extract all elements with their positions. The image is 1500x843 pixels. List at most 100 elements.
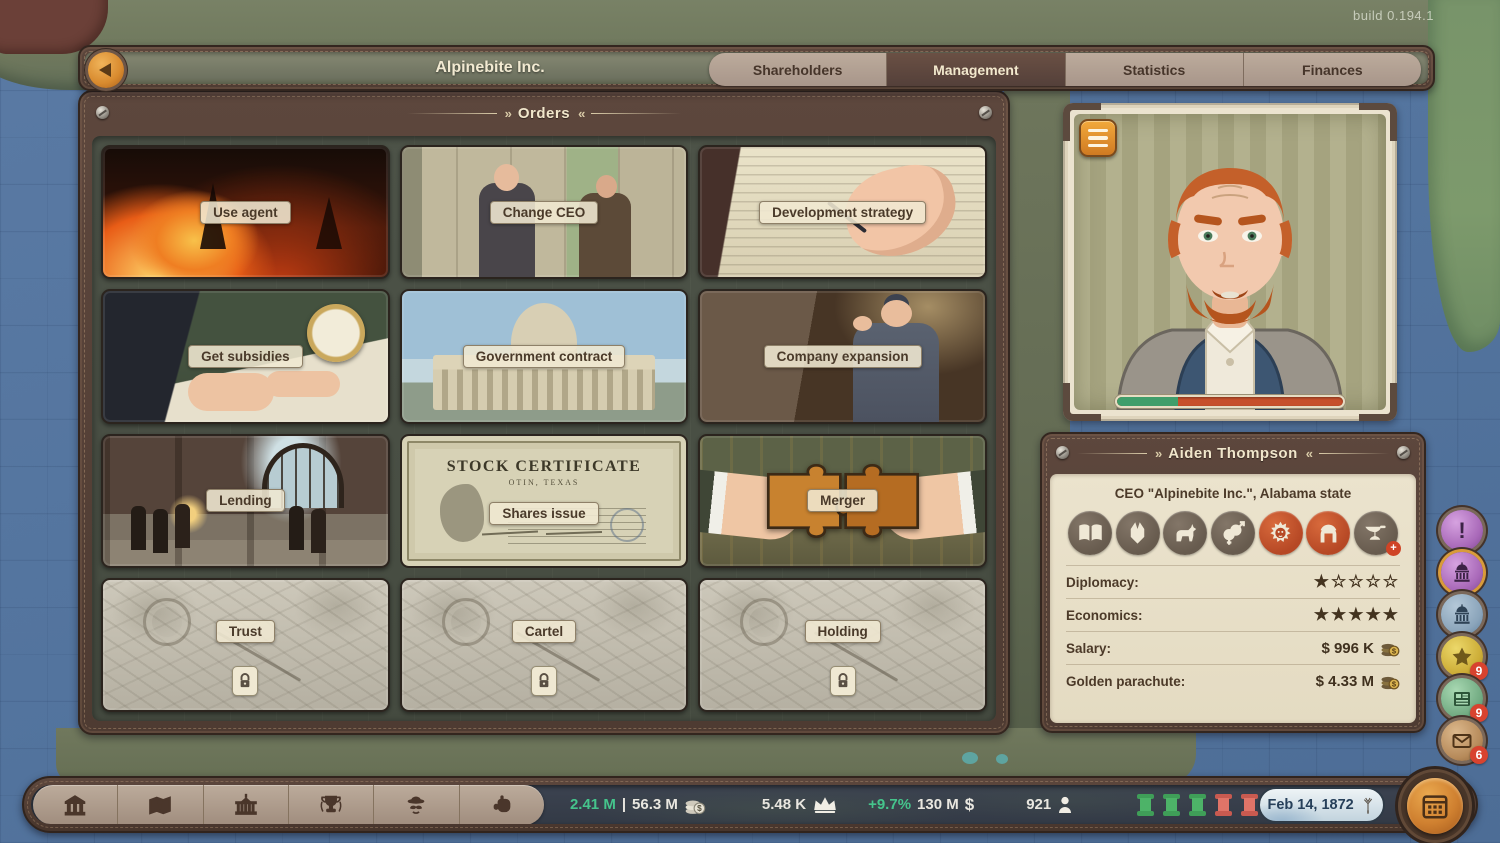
stat-value-money: $ 4.33 M [1316,673,1374,690]
government-building-icon [233,792,259,818]
bank-icon [62,792,88,818]
tab-shareholders[interactable]: Shareholders [709,53,887,86]
map-lake [962,752,978,764]
order-card-company-expansion[interactable]: Company expansion [698,289,987,423]
stat-label: Economics: [1066,608,1143,623]
lock-icon [531,666,557,696]
screw-icon [96,106,109,119]
ornament-arrow-icon: « [578,106,583,121]
population-group[interactable]: 921 [1026,795,1073,815]
stat-value-stars: ★☆☆☆☆ [1314,572,1400,592]
certificate-eagle-art [440,484,484,542]
order-card-change-ceo[interactable]: Change CEO [400,145,689,279]
ceo-portrait-panel [1063,103,1397,421]
stat-label: Golden parachute: [1066,674,1185,689]
back-button[interactable] [88,52,124,88]
nav-achievements-button[interactable] [289,785,374,824]
frame-corner [1359,103,1397,141]
order-card-merger[interactable]: Merger [698,434,987,568]
stat-row-diplomacy: Diplomacy: ★☆☆☆☆ [1066,565,1400,598]
order-card-holding-locked[interactable]: Holding [698,578,987,712]
certificate-subtitle: OTIN, TEXAS [509,478,580,487]
ornament-line [1319,453,1389,454]
ornament-line [591,113,681,114]
nav-actions-button[interactable] [460,785,544,824]
card-label: Company expansion [764,345,922,368]
mail-button[interactable]: 6 [1441,720,1483,761]
goods-indicators [1137,794,1258,816]
calendar-button[interactable] [1407,778,1463,834]
newspaper-icon [1450,687,1474,711]
calendar-icon [1420,791,1450,821]
state-button[interactable] [1441,594,1483,635]
tab-statistics[interactable]: Statistics [1066,53,1244,86]
order-card-development-strategy[interactable]: Development strategy [698,145,987,279]
ceo-info-panel: » Aiden Thompson « CEO "Alpinebite Inc."… [1040,432,1426,733]
exclamation-icon: ! [1458,520,1465,542]
goods-spool-red [1241,794,1258,816]
tab-management[interactable]: Management [887,53,1065,86]
order-card-government-contract[interactable]: Government contract [400,289,689,423]
anvil-plus-icon[interactable]: + [1354,511,1398,555]
lock-icon [830,666,856,696]
news-button[interactable]: 9 [1441,678,1483,719]
nav-map-button[interactable] [118,785,203,824]
lion-icon[interactable] [1259,511,1303,555]
card-label: Shares issue [489,502,598,525]
order-card-trust-locked[interactable]: Trust [101,578,390,712]
population-value: 921 [1026,796,1051,813]
politics-button[interactable] [1441,552,1483,593]
cash-separator: | [622,796,626,813]
calendar-housing [1398,769,1472,843]
nav-government-button[interactable] [204,785,289,824]
dollar-icon: $ [965,795,974,815]
fist-icon [489,792,515,818]
company-value: 130 M [917,796,959,813]
order-card-cartel-locked[interactable]: Cartel [400,578,689,712]
portrait-menu-button[interactable] [1079,119,1117,157]
card-label: Use agent [200,201,291,224]
capitol-icon [1450,561,1474,585]
ornament-arrow-icon: » [1155,446,1160,461]
stat-row-golden-parachute: Golden parachute: $ 4.33 M $ [1066,664,1400,697]
orders-grid: Use agent Change CEO Development strateg… [92,136,996,721]
date-display[interactable]: Feb 14, 1872 [1258,787,1385,823]
company-value-group[interactable]: +9.7% 130 M $ [868,795,974,815]
alerts-button[interactable]: ! [1441,510,1483,551]
open-book-icon[interactable] [1068,511,1112,555]
nav-agents-button[interactable] [374,785,459,824]
gender-symbols-icon[interactable] [1211,511,1255,555]
notification-badge: 6 [1470,746,1488,764]
achievements-button[interactable]: 9 [1441,636,1483,677]
company-cash-group[interactable]: 2.41 M | 56.3 M $ [570,794,706,816]
ceo-portrait-art [1100,124,1360,410]
approval-bar [1114,394,1346,409]
card-label: Change CEO [490,201,599,224]
approval-bar-green [1117,397,1178,406]
personal-wealth-group[interactable]: 5.48 K [762,796,838,814]
nav-bank-button[interactable] [33,785,118,824]
coins-icon: $ [1380,638,1400,658]
stat-value-stars: ★★★★★ [1314,605,1400,625]
order-card-shares-issue[interactable]: STOCK CERTIFICATE OTIN, TEXAS Shares iss… [400,434,689,568]
order-card-lending[interactable]: Lending [101,434,390,568]
praying-hands-icon[interactable] [1116,511,1160,555]
order-card-use-agent[interactable]: Use agent [101,145,390,279]
cash-flow-value: 2.41 M [570,796,616,813]
personal-wealth-value: 5.48 K [762,796,806,813]
tab-finances[interactable]: Finances [1244,53,1421,86]
cash-total-value: 56.3 M [632,796,678,813]
trophy-icon [318,792,344,818]
ceo-info-body: CEO "Alpinebite Inc.", Alabama state [1050,474,1416,723]
screw-icon [979,106,992,119]
card-label: Development strategy [759,201,926,224]
ornament-line [1077,453,1147,454]
goods-spool-green [1163,794,1180,816]
order-card-get-subsidies[interactable]: Get subsidies [101,289,390,423]
donkey-icon[interactable] [1163,511,1207,555]
agent-hat-mustache-icon [403,792,429,818]
stat-label: Diplomacy: [1066,575,1139,590]
spartan-helmet-icon[interactable] [1306,511,1350,555]
card-label: Lending [206,489,285,512]
star-icon [1450,645,1474,669]
